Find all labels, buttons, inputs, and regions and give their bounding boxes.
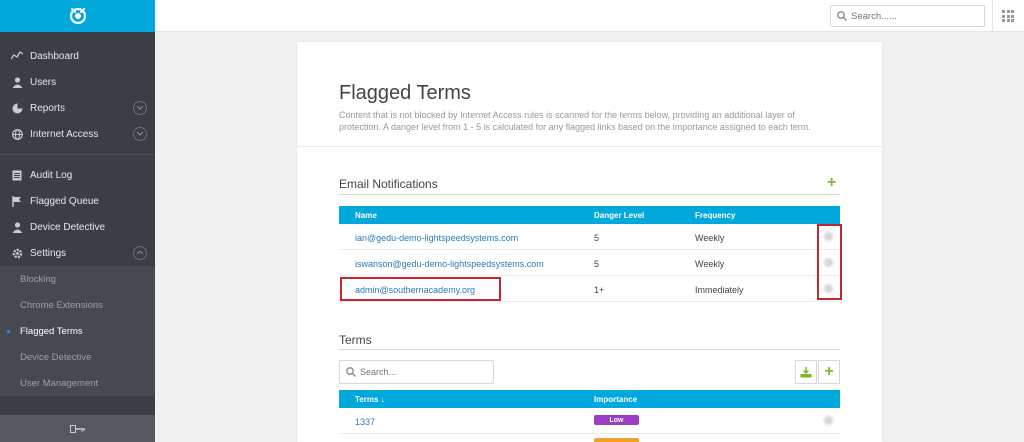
email-notifications-title: Email Notifications — [339, 177, 438, 191]
content-card: Flagged Terms Content that is not blocke… — [297, 42, 882, 442]
sidebar-item-flagged-queue[interactable]: Flagged Queue — [0, 188, 155, 214]
global-search-input[interactable] — [851, 10, 971, 22]
column-header-terms[interactable]: Terms ↓ — [355, 395, 385, 404]
email-address-link[interactable]: iswanson@gedu-demo-lightspeedsystems.com — [355, 259, 544, 269]
section-rule — [339, 194, 840, 195]
user-icon — [11, 221, 23, 233]
terms-title: Terms — [339, 333, 372, 347]
add-term-button[interactable]: + — [818, 360, 840, 384]
add-email-button[interactable]: + — [827, 175, 836, 191]
user-icon — [11, 76, 23, 88]
search-icon — [346, 367, 356, 377]
apps-grid-icon[interactable] — [1002, 10, 1014, 22]
frequency: Weekly — [695, 259, 725, 269]
plus-icon: + — [824, 363, 834, 380]
column-header-importance[interactable]: Importance — [594, 395, 637, 404]
importance-badge: Low — [594, 415, 639, 425]
column-header-name[interactable]: Name — [355, 211, 377, 220]
danger-level: 1+ — [594, 285, 605, 295]
nav-divider — [0, 154, 155, 155]
settings-submenu: Blocking Chrome Extensions Flagged Terms… — [0, 266, 155, 396]
highlight-box — [340, 277, 501, 301]
danger-level: 5 — [594, 259, 600, 269]
terms-search-input[interactable] — [360, 367, 480, 377]
chevron-down-icon[interactable] — [133, 101, 147, 115]
sidebar-item-label: Dashboard — [30, 50, 79, 62]
sidebar-item-label: Settings — [30, 247, 67, 259]
importance-badge-partial — [594, 438, 639, 442]
term-row: 1337 Low — [339, 408, 840, 434]
globe-icon — [11, 128, 23, 140]
sidebar-subitem-label: Blocking — [20, 273, 56, 285]
key-icon — [69, 424, 85, 433]
terms-search[interactable] — [339, 360, 494, 384]
email-row: iswanson@gedu-demo-lightspeedsystems.com… — [339, 250, 840, 276]
page-description: Content that is not blocked by Internet … — [339, 110, 811, 132]
lightspeed-logo-icon[interactable] — [68, 6, 88, 26]
sidebar: Dashboard Users Reports Internet Access — [0, 0, 155, 442]
highlight-box — [817, 224, 842, 300]
sidebar-subitem-flagged-terms[interactable]: Flagged Terms — [0, 318, 155, 344]
topbar-divider — [992, 0, 993, 32]
chevron-up-icon[interactable] — [133, 246, 147, 260]
email-table-header: Name Danger Level Frequency — [339, 206, 840, 224]
sidebar-item-reports[interactable]: Reports — [0, 95, 155, 121]
sidebar-subitem-blocking[interactable]: Blocking — [0, 266, 155, 292]
column-header-danger-level[interactable]: Danger Level — [594, 211, 644, 220]
sidebar-item-label: Internet Access — [30, 128, 99, 140]
search-icon — [837, 11, 847, 21]
term-link[interactable]: 1337 — [355, 417, 375, 427]
chart-line-icon — [11, 50, 23, 62]
terms-table-header: Terms ↓ Importance — [339, 390, 840, 408]
chevron-down-icon[interactable] — [133, 127, 147, 141]
pie-chart-icon — [11, 102, 23, 114]
sidebar-collapse-bar[interactable] — [0, 415, 155, 442]
sidebar-item-internet-access[interactable]: Internet Access — [0, 121, 155, 147]
frequency: Weekly — [695, 233, 725, 243]
sidebar-item-label: Flagged Queue — [30, 195, 99, 207]
sidebar-subitem-device-detective[interactable]: Device Detective — [0, 344, 155, 370]
sidebar-subitem-label: User Management — [20, 377, 99, 389]
sidebar-item-audit-log[interactable]: Audit Log — [0, 162, 155, 188]
flag-icon — [11, 195, 23, 207]
sidebar-subitem-label: Device Detective — [20, 351, 92, 363]
global-search[interactable] — [830, 5, 985, 27]
sidebar-subitem-label: Chrome Extensions — [20, 299, 103, 311]
import-terms-button[interactable] — [795, 360, 817, 384]
danger-level: 5 — [594, 233, 600, 243]
sidebar-item-label: Audit Log — [30, 169, 73, 181]
secondary-nav: Audit Log Flagged Queue Device Detective… — [0, 162, 155, 266]
sidebar-item-label: Reports — [30, 102, 66, 114]
header-divider — [297, 146, 882, 147]
document-icon — [11, 169, 23, 181]
sidebar-subitem-label: Flagged Terms — [20, 325, 83, 337]
sidebar-item-device-detective[interactable]: Device Detective — [0, 214, 155, 240]
sidebar-item-dashboard[interactable]: Dashboard — [0, 43, 155, 69]
sidebar-subitem-chrome-extensions[interactable]: Chrome Extensions — [0, 292, 155, 318]
column-header-frequency[interactable]: Frequency — [695, 211, 735, 220]
sidebar-item-settings[interactable]: Settings — [0, 240, 155, 266]
sidebar-item-label: Users — [30, 76, 57, 88]
active-indicator — [7, 330, 10, 333]
frequency: Immediately — [695, 285, 744, 295]
top-bar — [155, 0, 1024, 32]
row-settings-icon[interactable] — [823, 415, 834, 426]
page-title: Flagged Terms — [339, 82, 471, 104]
section-rule — [339, 349, 840, 350]
email-address-link[interactable]: ian@gedu-demo-lightspeedsystems.com — [355, 233, 518, 243]
sidebar-item-users[interactable]: Users — [0, 69, 155, 95]
sidebar-item-label: Device Detective — [30, 221, 106, 233]
logo-bar — [0, 0, 155, 32]
sidebar-subitem-user-management[interactable]: User Management — [0, 370, 155, 396]
download-tray-icon — [800, 366, 812, 377]
email-row: ian@gedu-demo-lightspeedsystems.com 5 We… — [339, 224, 840, 250]
gear-icon — [11, 247, 23, 259]
main-nav: Dashboard Users Reports Internet Access — [0, 43, 155, 147]
